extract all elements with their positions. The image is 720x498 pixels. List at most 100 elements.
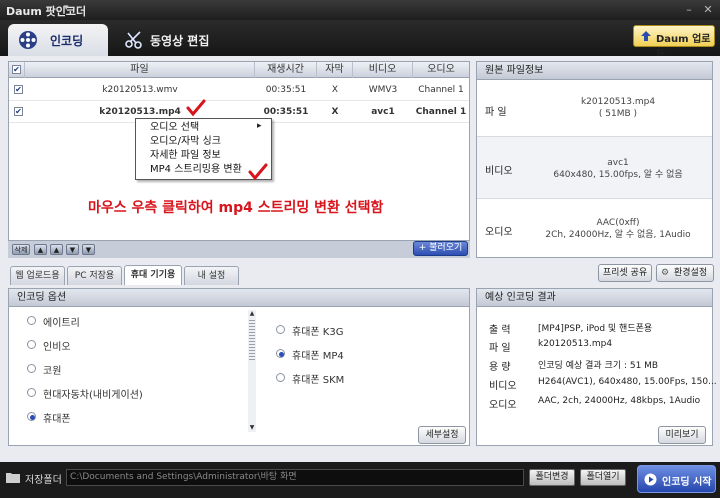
save-folder-label: 저장폴더 xyxy=(25,475,62,486)
submenu-arrow-icon: ▸ xyxy=(257,121,262,131)
column-header-duration[interactable]: 재생시간 xyxy=(255,62,317,78)
red-checkmark-icon xyxy=(248,163,268,181)
column-header-subtitle[interactable]: 자막 xyxy=(317,62,353,78)
scroll-up-arrow-icon[interactable]: ▲ xyxy=(249,310,255,318)
tab-encoding[interactable]: 인코딩 xyxy=(8,24,108,56)
move-down-button[interactable]: ▼ xyxy=(66,244,79,255)
column-header-audio[interactable]: 오디오 xyxy=(413,62,469,78)
tab-video-edit-label: 동영상 편집 xyxy=(150,34,210,48)
open-folder-button[interactable]: 폴더열기 xyxy=(580,469,626,486)
audio-channel: Channel 1 xyxy=(415,107,467,117)
tab-video-edit[interactable]: 동영상 편집 xyxy=(114,24,224,56)
radio-button[interactable] xyxy=(27,316,36,325)
subtab-my-settings[interactable]: 내 설정 xyxy=(184,266,239,285)
menu-item-file-details[interactable]: 자세한 파일 정보 xyxy=(150,149,221,163)
main-tab-strip: 인코딩 동영상 편집 xyxy=(0,20,720,56)
minimize-button[interactable]: – xyxy=(682,3,696,16)
format-label: 휴대폰 MP4 xyxy=(292,351,344,362)
subtab-web-upload[interactable]: 웹 업로드용 xyxy=(10,266,65,285)
source-info-panel: 원본 파일정보 파 일 k20120513.mp4 ( 51MB ) 비디오 a… xyxy=(476,61,713,258)
menu-item-mp4-streaming[interactable]: MP4 스트리밍용 변환 xyxy=(150,163,242,177)
move-up-button[interactable]: ▲ xyxy=(50,244,63,255)
file-list-toolbar: 삭제 ▲ ▲ ▼ ▼ xyxy=(8,240,470,258)
source-audio-codec: AAC(0xff) xyxy=(596,218,640,228)
red-checkmark-icon xyxy=(186,99,206,117)
move-bottom-button[interactable]: ▼ xyxy=(82,244,95,255)
result-value-video: H264(AVC1), 640x480, 15.00Fps, 150... xyxy=(538,377,717,387)
duration: 00:35:51 xyxy=(265,85,307,95)
instruction-annotation: 마우스 우측 클릭하여 mp4 스트리밍 변환 선택함 xyxy=(88,200,384,216)
daum-upload-button[interactable]: Daum 업로드 xyxy=(633,25,715,60)
source-info-title: 원본 파일정보 xyxy=(477,62,712,80)
source-video-row: 비디오 avc1 640x480, 15.00fps, 알 수 없음 xyxy=(477,137,712,199)
select-all-checkbox[interactable]: ✔ xyxy=(12,65,21,74)
detail-settings-button[interactable]: 세부설정 xyxy=(418,426,466,444)
encoding-result-title: 예상 인코딩 결과 xyxy=(477,289,712,307)
radio-button[interactable] xyxy=(27,340,36,349)
source-file-row: 파 일 k20120513.mp4 ( 51MB ) xyxy=(477,81,712,137)
radio-button[interactable] xyxy=(27,364,36,373)
result-label-file: 파 일 xyxy=(489,343,511,354)
delete-button[interactable]: 삭제 xyxy=(12,244,30,255)
result-value-size: 인코딩 예상 결과 크기 : 51 MB xyxy=(538,361,659,371)
file-list-header: ✔ 파일 재생시간 자막 비디오 오디오 xyxy=(9,62,469,78)
play-circle-icon xyxy=(644,473,657,486)
start-encoding-label: 인코딩 시작 xyxy=(662,477,712,488)
device-label: 현대자동차(내비게이션) xyxy=(43,390,143,401)
settings-button[interactable]: ⚙ 환경설정 xyxy=(656,264,714,282)
move-top-button[interactable]: ▲ xyxy=(34,244,47,255)
menu-item-audio-select[interactable]: 오디오 선택 xyxy=(150,121,199,135)
film-reel-icon xyxy=(19,31,37,49)
result-value-audio: AAC, 2ch, 24000Hz, 48kbps, 1Audio xyxy=(538,396,701,406)
column-header-video[interactable]: 비디오 xyxy=(353,62,413,78)
result-value-file: k20120513.mp4 xyxy=(538,339,613,349)
device-label: 코원 xyxy=(43,366,62,377)
gear-icon: ⚙ xyxy=(661,268,670,278)
result-label-audio: 오디오 xyxy=(489,400,517,411)
format-label: 휴대폰 SKM xyxy=(292,375,345,386)
device-list-scrollbar[interactable]: ▲ ▼ xyxy=(248,310,256,432)
subtab-portable-device[interactable]: 휴대 기기용 xyxy=(124,265,182,285)
result-label-video: 비디오 xyxy=(489,381,517,392)
change-folder-button[interactable]: 폴더변경 xyxy=(529,469,575,486)
app-menu-chevron-icon[interactable]: ▾ xyxy=(64,3,69,13)
row-checkbox[interactable]: ✔ xyxy=(14,107,23,116)
scroll-down-arrow-icon[interactable]: ▼ xyxy=(249,424,255,432)
app-title[interactable]: Daum 팟인코더 xyxy=(6,3,86,19)
title-bar: Daum 팟인코더 ▾ – ✕ xyxy=(0,0,720,20)
table-row[interactable]: ✔ k20120513.wmv 00:35:51 X WMV3 Channel … xyxy=(9,79,469,101)
source-file-size: ( 51MB ) xyxy=(598,109,638,119)
format-label: 휴대폰 K3G xyxy=(292,327,344,338)
file-name: k20120513.wmv xyxy=(102,85,178,95)
source-audio-label: 오디오 xyxy=(485,227,513,238)
video-codec: avc1 xyxy=(371,107,395,117)
source-file-name: k20120513.mp4 xyxy=(580,97,656,107)
save-folder-path-field[interactable]: C:\Documents and Settings\Administrator\… xyxy=(66,469,524,486)
close-button[interactable]: ✕ xyxy=(701,3,715,16)
encoding-result-panel: 예상 인코딩 결과 출 력 [MP4]PSP, iPod 및 핸드폰용 파 일 … xyxy=(476,288,717,446)
radio-button-selected[interactable] xyxy=(27,412,36,421)
radio-button-selected[interactable] xyxy=(276,349,285,358)
radio-button[interactable] xyxy=(276,325,285,334)
preset-share-button[interactable]: 프리셋 공유 xyxy=(598,264,652,282)
upload-arrow-icon xyxy=(641,31,651,41)
source-video-codec: avc1 xyxy=(607,158,629,168)
menu-item-audio-subtitle-sync[interactable]: 오디오/자막 싱크 xyxy=(150,135,221,149)
radio-button[interactable] xyxy=(27,388,36,397)
folder-icon xyxy=(6,473,20,483)
device-label: 에이트리 xyxy=(43,318,80,329)
result-value-output: [MP4]PSP, iPod 및 핸드폰용 xyxy=(538,324,653,334)
encoding-options-title: 인코딩 옵션 xyxy=(9,289,469,307)
device-label: 인비오 xyxy=(43,342,71,353)
add-files-button[interactable]: + 불러오기 xyxy=(413,241,468,256)
row-checkbox[interactable]: ✔ xyxy=(14,85,23,94)
start-encoding-button[interactable]: 인코딩 시작 xyxy=(637,465,716,493)
subtab-pc-save[interactable]: PC 저장용 xyxy=(67,266,122,285)
encoding-options-panel: 인코딩 옵션 에이트리 인비오 코원 현대자동차(내비게이션) 휴대폰 휴대폰 … xyxy=(8,288,470,446)
subtitle: X xyxy=(331,107,339,117)
column-header-file[interactable]: 파일 xyxy=(25,62,255,78)
preview-button[interactable]: 미리보기 xyxy=(658,426,706,444)
scroll-thumb[interactable] xyxy=(249,320,255,360)
device-label: 휴대폰 xyxy=(43,414,71,425)
radio-button[interactable] xyxy=(276,373,285,382)
